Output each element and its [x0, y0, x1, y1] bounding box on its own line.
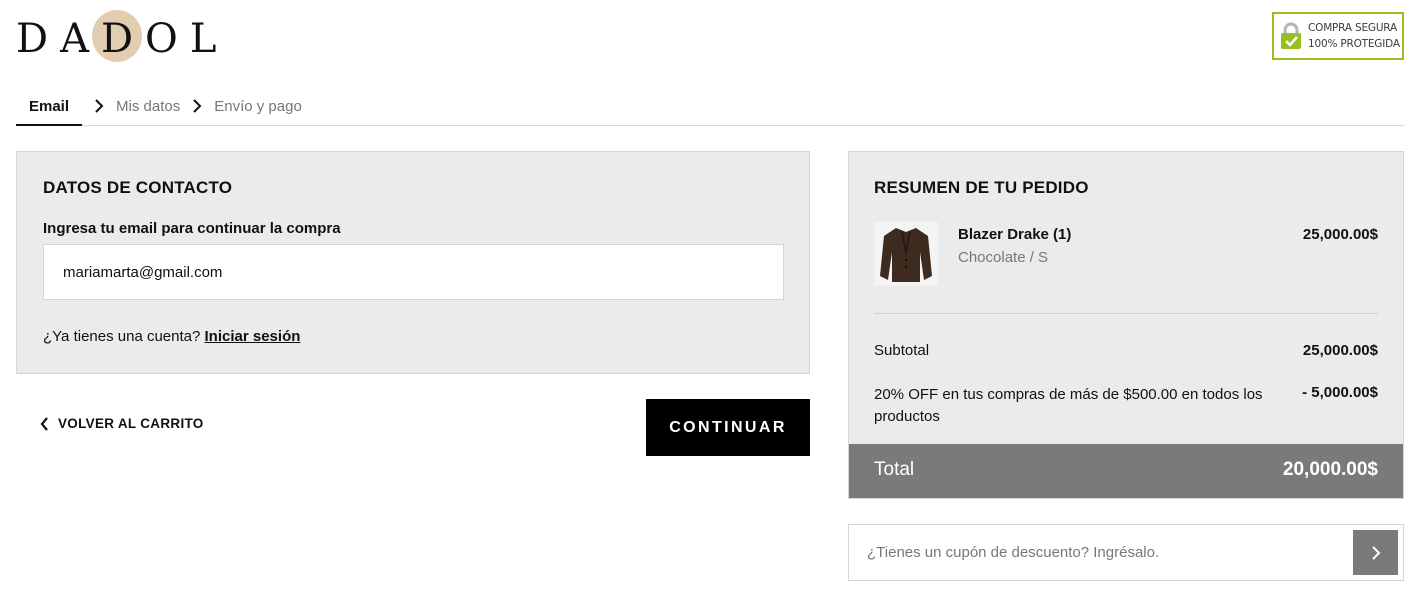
- total-value: 20,000.00$: [1282, 459, 1378, 480]
- logo-text: DADOL: [16, 16, 229, 62]
- chevron-right-icon: [1371, 545, 1380, 560]
- account-prompt: ¿Ya tienes una cuenta?: [43, 328, 201, 345]
- chevron-right-icon: [180, 92, 214, 120]
- summary-divider: [874, 313, 1378, 314]
- product-variant: Chocolate / S: [958, 249, 1049, 266]
- email-label: Ingresa tu email para continuar la compr…: [43, 220, 341, 237]
- back-to-cart-link[interactable]: VOLVER AL CARRITO: [40, 416, 204, 431]
- brand-logo[interactable]: DADOL: [16, 10, 216, 64]
- login-link[interactable]: Iniciar sesión: [205, 328, 301, 345]
- contact-card: DATOS DE CONTACTO Ingresa tu email para …: [16, 151, 810, 374]
- step-email[interactable]: Email: [16, 92, 83, 126]
- badge-line-1: COMPRA SEGURA: [1308, 22, 1397, 34]
- apply-coupon-button[interactable]: [1353, 530, 1398, 575]
- product-name: Blazer Drake (1): [958, 226, 1072, 243]
- contact-title: DATOS DE CONTACTO: [43, 178, 233, 197]
- blazer-image: [874, 222, 938, 286]
- lock-check-icon: [1280, 22, 1302, 50]
- discount-value: - 5,000.00$: [1302, 384, 1378, 401]
- subtotal-label: Subtotal: [874, 342, 930, 359]
- secure-purchase-badge: COMPRA SEGURA 100% PROTEGIDA: [1272, 12, 1404, 60]
- coupon-box: [848, 524, 1404, 581]
- subtotal-value: 25,000.00$: [1302, 342, 1378, 359]
- checkout-steps: Email Mis datos Envío y pago: [16, 92, 1404, 126]
- summary-title: RESUMEN DE TU PEDIDO: [874, 178, 1089, 197]
- badge-line-2: 100% PROTEGIDA: [1308, 38, 1400, 50]
- chevron-left-icon: [40, 416, 48, 431]
- back-to-cart-label: VOLVER AL CARRITO: [58, 416, 204, 431]
- coupon-input[interactable]: [849, 525, 1349, 580]
- email-input[interactable]: [43, 244, 784, 300]
- chevron-right-icon: [82, 92, 116, 120]
- product-price: 25,000.00$: [1302, 226, 1378, 243]
- order-summary-card: RESUMEN DE TU PEDIDO Blazer Drake (1) Ch…: [848, 151, 1404, 499]
- step-mis-datos[interactable]: Mis datos: [116, 92, 180, 126]
- account-line: ¿Ya tienes una cuenta? Iniciar sesión: [43, 328, 300, 345]
- discount-label: 20% OFF en tus compras de más de $500.00…: [874, 386, 1263, 425]
- total-bar: Total 20,000.00$: [849, 444, 1403, 498]
- step-envio-pago[interactable]: Envío y pago: [214, 92, 302, 126]
- total-label: Total: [874, 459, 915, 480]
- continue-button[interactable]: CONTINUAR: [646, 399, 810, 456]
